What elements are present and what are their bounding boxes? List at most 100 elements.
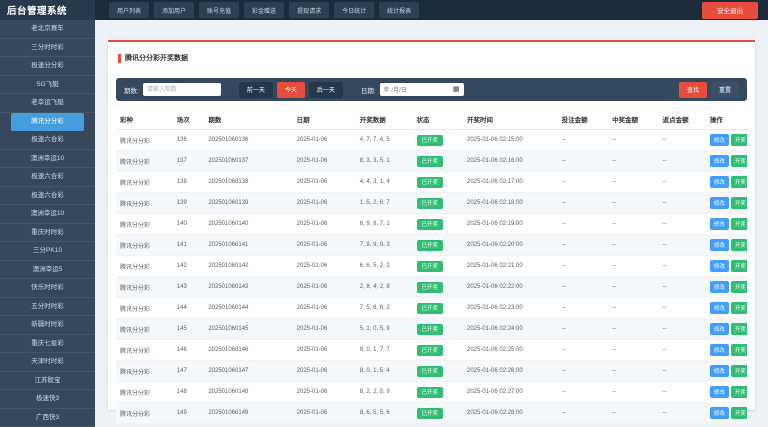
edit-button[interactable]: 修改 — [710, 239, 729, 251]
cell-issue: 202501060143 — [204, 277, 292, 298]
sidebar-item[interactable]: 极速分分彩 — [0, 57, 95, 76]
sidebar-item[interactable]: 新疆时时彩 — [0, 316, 95, 335]
topnav-item[interactable]: 用户列表 — [109, 2, 149, 18]
cell-lottery: 腾讯分分彩 — [116, 319, 173, 340]
status-badge: 已开奖 — [417, 366, 444, 377]
cell-numbers: 6, 9, 8, 7, 1 — [356, 214, 413, 235]
cell-lottery: 腾讯分分彩 — [116, 403, 173, 424]
sidebar-item[interactable]: 重庆七星彩 — [0, 335, 95, 354]
column-header: 场次 — [173, 109, 205, 130]
edit-button[interactable]: 修改 — [710, 134, 729, 146]
draw-button[interactable]: 开奖 — [731, 218, 747, 230]
edit-button[interactable]: 修改 — [710, 365, 729, 377]
sidebar-item[interactable]: 极速快3 — [0, 390, 95, 409]
sidebar-item[interactable]: 极速六合彩 — [0, 168, 95, 187]
cell-bet: -- — [558, 298, 608, 319]
sidebar-item[interactable]: 老北京赛车 — [0, 20, 95, 39]
topnav-item[interactable]: 添加用户 — [154, 2, 194, 18]
sidebar-item[interactable]: 五分时时彩 — [0, 298, 95, 317]
cell-status: 已开奖 — [413, 361, 463, 382]
topnav-item[interactable]: 彩金赠送 — [244, 2, 284, 18]
cell-actions: 修改开奖 — [706, 382, 747, 403]
edit-button[interactable]: 修改 — [710, 407, 729, 419]
calendar-icon[interactable]: ▦ — [453, 86, 460, 93]
draw-button[interactable]: 开奖 — [731, 281, 747, 293]
column-header: 状态 — [413, 109, 463, 130]
edit-button[interactable]: 修改 — [710, 218, 729, 230]
draw-button[interactable]: 开奖 — [731, 323, 747, 335]
edit-button[interactable]: 修改 — [710, 344, 729, 356]
sidebar-item[interactable]: 三分PK10 — [0, 242, 95, 261]
cell-issue: 202501060147 — [204, 361, 292, 382]
topnav-item[interactable]: 提现请求 — [289, 2, 329, 18]
sidebar-item[interactable]: 极速六合彩 — [0, 131, 95, 150]
cell-rebate: -- — [659, 256, 706, 277]
issue-label: 期数: — [124, 85, 139, 95]
page-title: 腾讯分分彩开奖数据 — [125, 53, 188, 63]
draw-button[interactable]: 开奖 — [731, 260, 747, 272]
sidebar-item[interactable]: 广西快3 — [0, 409, 95, 427]
draw-button[interactable]: 开奖 — [731, 134, 747, 146]
draw-button[interactable]: 开奖 — [731, 365, 747, 377]
sidebar-item[interactable]: 快乐时时彩 — [0, 279, 95, 298]
prev-day-button[interactable]: 前一天 — [239, 82, 273, 98]
cell-win: -- — [608, 214, 658, 235]
topnav-item[interactable]: 账号充值 — [199, 2, 239, 18]
status-badge: 已开奖 — [417, 303, 444, 314]
draw-button[interactable]: 开奖 — [731, 344, 747, 356]
issue-input[interactable] — [143, 83, 221, 96]
sidebar-item[interactable]: 极速六合彩 — [0, 187, 95, 206]
edit-button[interactable]: 修改 — [710, 260, 729, 272]
cell-time: 2025-01-06 02:26:00 — [463, 361, 558, 382]
topnav-item[interactable]: 统计报表 — [379, 2, 419, 18]
draw-button[interactable]: 开奖 — [731, 302, 747, 314]
cell-rebate: -- — [659, 172, 706, 193]
sidebar-item[interactable]: 澳洲幸运10 — [0, 150, 95, 169]
sidebar-item[interactable]: 重庆时时彩 — [0, 224, 95, 243]
sidebar-item[interactable]: 三分时时彩 — [0, 39, 95, 58]
table-header-row: 彩种场次期数日期开奖数据状态开奖时间投注金额中奖金额返点金额操作 — [116, 109, 747, 130]
sidebar-item[interactable]: 澳洲幸运5 — [0, 261, 95, 280]
draw-button[interactable]: 开奖 — [731, 155, 747, 167]
cell-bet: -- — [558, 214, 608, 235]
table-row: 腾讯分分彩1392025010601392025-01-061, 5, 2, 6… — [116, 193, 747, 214]
edit-button[interactable]: 修改 — [710, 302, 729, 314]
sidebar-item[interactable]: SG飞艇 — [0, 76, 95, 95]
cell-win: -- — [608, 298, 658, 319]
draw-button[interactable]: 开奖 — [731, 176, 747, 188]
reset-button[interactable]: 重置 — [711, 82, 739, 98]
cell-lottery: 腾讯分分彩 — [116, 277, 173, 298]
cell-numbers: 8, 3, 3, 5, 1 — [356, 151, 413, 172]
cell-time: 2025-01-06 02:22:00 — [463, 277, 558, 298]
edit-button[interactable]: 修改 — [710, 386, 729, 398]
topnav-item[interactable]: 今日统计 — [334, 2, 374, 18]
edit-button[interactable]: 修改 — [710, 155, 729, 167]
draw-button[interactable]: 开奖 — [731, 239, 747, 251]
edit-button[interactable]: 修改 — [710, 323, 729, 335]
draw-button[interactable]: 开奖 — [731, 407, 747, 419]
edit-button[interactable]: 修改 — [710, 281, 729, 293]
draw-button[interactable]: 开奖 — [731, 386, 747, 398]
cell-bet: -- — [558, 361, 608, 382]
logout-button[interactable]: 安全退出 — [702, 2, 758, 19]
edit-button[interactable]: 修改 — [710, 197, 729, 209]
cell-date: 2025-01-06 — [293, 277, 356, 298]
sidebar-item[interactable]: 天津时时彩 — [0, 353, 95, 372]
draw-button[interactable]: 开奖 — [731, 197, 747, 209]
sidebar-item[interactable]: 老幸运飞艇 — [0, 94, 95, 113]
cell-status: 已开奖 — [413, 298, 463, 319]
search-button[interactable]: 查找 — [679, 82, 707, 98]
next-day-button[interactable]: 后一天 — [309, 82, 343, 98]
date-input[interactable]: 年 /月/日 ▦ — [380, 83, 464, 96]
cell-lottery: 腾讯分分彩 — [116, 256, 173, 277]
cell-actions: 修改开奖 — [706, 361, 747, 382]
sidebar-item[interactable]: 腾讯分分彩 — [11, 113, 84, 132]
cell-date: 2025-01-06 — [293, 130, 356, 151]
column-header: 彩种 — [116, 109, 173, 130]
status-badge: 已开奖 — [417, 345, 444, 356]
today-button[interactable]: 今天 — [277, 82, 305, 98]
table-row: 腾讯分分彩1402025010601402025-01-066, 9, 8, 7… — [116, 214, 747, 235]
edit-button[interactable]: 修改 — [710, 176, 729, 188]
sidebar-item[interactable]: 澳洲幸运10 — [0, 205, 95, 224]
sidebar-item[interactable]: 江苏骰宝 — [0, 372, 95, 391]
